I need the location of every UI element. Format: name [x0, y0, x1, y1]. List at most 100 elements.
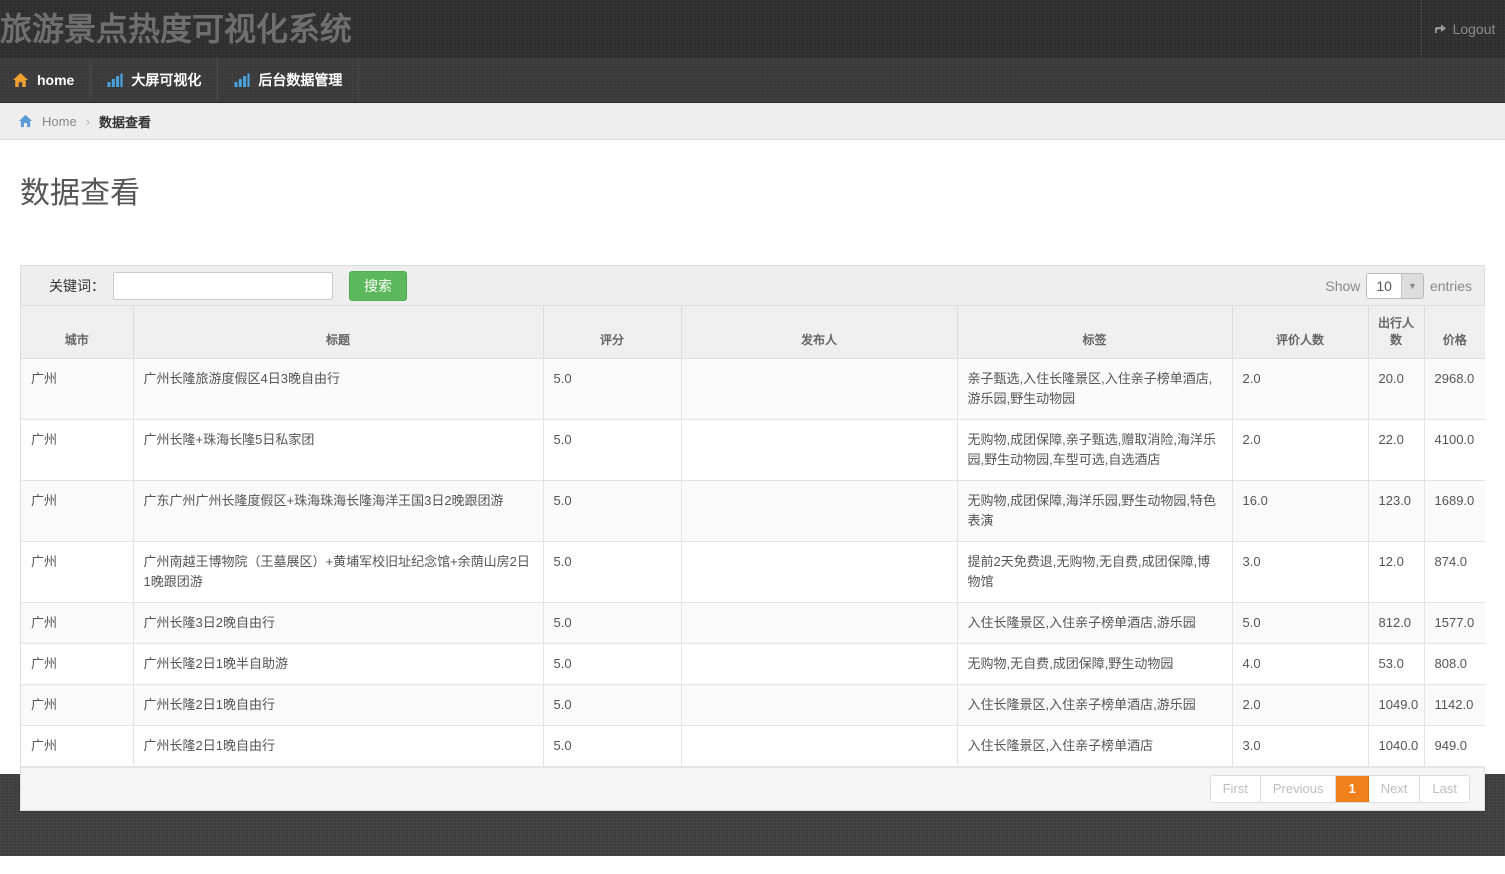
entries-select-value: 10 — [1367, 273, 1401, 298]
cell-tags: 入住长隆景区,入住亲子榜单酒店 — [957, 725, 1233, 767]
cell-publisher — [681, 480, 958, 542]
cell-travelers: 123.0 — [1368, 480, 1425, 542]
column-header-travelers[interactable]: 出行人数 — [1368, 306, 1425, 359]
show-entries-suffix: entries — [1429, 277, 1472, 294]
chevron-right-icon: › — [85, 113, 91, 129]
table-row[interactable]: 广州 广州长隆2日1晚自由行 5.0 入住长隆景区,入住亲子榜单酒店,游乐园 2.0 10… — [21, 684, 1485, 726]
entries-select[interactable]: 10 ▼ — [1366, 272, 1424, 299]
cell-publisher — [681, 358, 958, 420]
cell-travelers: 20.0 — [1368, 358, 1425, 420]
keyword-label: 关键词： — [49, 277, 105, 294]
pagination-last[interactable]: Last — [1420, 776, 1469, 802]
cell-tags: 无购物,成团保障,亲子甄选,赠取消险,海洋乐园,野生动物园,车型可选,自选酒店 — [957, 419, 1233, 481]
table-row[interactable]: 广州 广州长隆3日2晚自由行 5.0 入住长隆景区,入住亲子榜单酒店,游乐园 5.0 81… — [21, 602, 1485, 644]
bar-chart-icon — [234, 73, 250, 88]
cell-publisher — [681, 602, 958, 644]
pagination-page-1[interactable]: 1 — [1336, 776, 1369, 802]
cell-title: 广州长隆2日1晚自由行 — [133, 684, 544, 726]
cell-title: 广州长隆3日2晚自由行 — [133, 602, 544, 644]
column-header-reviews[interactable]: 评价人数 — [1232, 306, 1369, 359]
column-header-tags[interactable]: 标签 — [957, 306, 1233, 359]
cell-reviews: 3.0 — [1232, 725, 1369, 767]
show-entries-prefix: Show — [1325, 277, 1361, 294]
cell-score: 5.0 — [543, 684, 682, 726]
cell-reviews: 16.0 — [1232, 480, 1369, 542]
page-content: 数据查看 关键词： 搜索 Show 10 ▼ entries 城市 标题 评分 … — [0, 140, 1505, 811]
nav-item-home[interactable]: home — [0, 58, 92, 102]
home-icon — [12, 72, 29, 88]
cell-reviews: 3.0 — [1232, 541, 1369, 603]
cell-tags: 入住长隆景区,入住亲子榜单酒店,游乐园 — [957, 602, 1233, 644]
table-toolbar: 关键词： 搜索 Show 10 ▼ entries — [21, 266, 1484, 306]
search-input[interactable] — [113, 271, 333, 300]
cell-travelers: 1049.0 — [1368, 684, 1425, 726]
cell-city: 广州 — [21, 358, 134, 420]
breadcrumb-current: 数据查看 — [99, 114, 152, 130]
cell-travelers: 812.0 — [1368, 602, 1425, 644]
cell-reviews: 2.0 — [1232, 358, 1369, 420]
cell-score: 5.0 — [543, 480, 682, 542]
pagination-next[interactable]: Next — [1368, 776, 1421, 802]
chevron-down-icon[interactable]: ▼ — [1400, 273, 1423, 298]
app-title: 旅游景点热度可视化系统 — [0, 11, 353, 47]
data-table: 城市 标题 评分 发布人 标签 评价人数 出行人数 价格 广州 广州长隆旅游度假区… — [21, 306, 1485, 767]
cell-score: 5.0 — [543, 725, 682, 767]
cell-reviews: 5.0 — [1232, 602, 1369, 644]
logout-label: Logout — [1452, 21, 1496, 37]
logout-button[interactable]: Logout — [1421, 0, 1505, 58]
cell-score: 5.0 — [543, 602, 682, 644]
cell-price: 808.0 — [1424, 643, 1485, 685]
column-header-publisher[interactable]: 发布人 — [681, 306, 958, 359]
cell-price: 4100.0 — [1424, 419, 1485, 481]
cell-title: 广州长隆旅游度假区4日3晚自由行 — [133, 358, 544, 420]
table-row[interactable]: 广州 广州长隆2日1晚自由行 5.0 入住长隆景区,入住亲子榜单酒店 3.0 1040.0… — [21, 725, 1485, 767]
column-header-price[interactable]: 价格 — [1424, 306, 1485, 359]
table-row[interactable]: 广州 广州长隆2日1晚半自助游 5.0 无购物,无自费,成团保障,野生动物园 4.0 53… — [21, 643, 1485, 685]
cell-tags: 入住长隆景区,入住亲子榜单酒店,游乐园 — [957, 684, 1233, 726]
cell-tags: 无购物,无自费,成团保障,野生动物园 — [957, 643, 1233, 685]
table-header-row: 城市 标题 评分 发布人 标签 评价人数 出行人数 价格 — [21, 306, 1485, 359]
breadcrumb-home-link[interactable]: Home — [42, 114, 77, 129]
column-header-city[interactable]: 城市 — [21, 306, 134, 359]
column-header-score[interactable]: 评分 — [543, 306, 682, 359]
cell-title: 广州长隆+珠海长隆5日私家团 — [133, 419, 544, 481]
show-entries-control: Show 10 ▼ entries — [1325, 272, 1472, 299]
cell-city: 广州 — [21, 541, 134, 603]
nav-item-dashboard-label: 大屏可视化 — [131, 72, 202, 88]
nav-item-dashboard[interactable]: 大屏可视化 — [91, 58, 219, 102]
column-header-title[interactable]: 标题 — [133, 306, 544, 359]
table-row[interactable]: 广州 广州南越王博物院（王墓展区）+黄埔军校旧址纪念馆+余荫山房2日1晚跟团游 5.… — [21, 541, 1485, 603]
cell-travelers: 53.0 — [1368, 643, 1425, 685]
cell-title: 广州长隆2日1晚自由行 — [133, 725, 544, 767]
app-titlebar: 旅游景点热度可视化系统 Logout — [0, 0, 1505, 58]
main-navbar: home 大屏可视化 后台数据管理 — [0, 58, 1505, 103]
table-row[interactable]: 广州 广东广州广州长隆度假区+珠海珠海长隆海洋王国3日2晚跟团游 5.0 无购物,成团… — [21, 480, 1485, 542]
pagination-previous[interactable]: Previous — [1260, 776, 1337, 802]
cell-reviews: 2.0 — [1232, 419, 1369, 481]
sign-out-icon — [1432, 22, 1447, 37]
cell-score: 5.0 — [543, 643, 682, 685]
cell-tags: 无购物,成团保障,海洋乐园,野生动物园,特色表演 — [957, 480, 1233, 542]
cell-score: 5.0 — [543, 419, 682, 481]
cell-title: 广州长隆2日1晚半自助游 — [133, 643, 544, 685]
cell-travelers: 1040.0 — [1368, 725, 1425, 767]
table-row[interactable]: 广州 广州长隆旅游度假区4日3晚自由行 5.0 亲子甄选,入住长隆景区,入住亲子榜单酒… — [21, 358, 1485, 420]
pagination-first[interactable]: First — [1210, 776, 1261, 802]
cell-title: 广东广州广州长隆度假区+珠海珠海长隆海洋王国3日2晚跟团游 — [133, 480, 544, 542]
cell-price: 1689.0 — [1424, 480, 1485, 542]
cell-price: 949.0 — [1424, 725, 1485, 767]
cell-publisher — [681, 643, 958, 685]
nav-item-data-admin-label: 后台数据管理 — [258, 72, 343, 88]
breadcrumb: Home › 数据查看 — [0, 103, 1505, 140]
cell-price: 1142.0 — [1424, 684, 1485, 726]
cell-price: 874.0 — [1424, 541, 1485, 603]
cell-price: 2968.0 — [1424, 358, 1485, 420]
home-icon — [18, 114, 33, 128]
cell-travelers: 12.0 — [1368, 541, 1425, 603]
search-button[interactable]: 搜索 — [349, 270, 407, 301]
nav-item-data-admin[interactable]: 后台数据管理 — [218, 58, 360, 102]
pagination: First Previous 1 Next Last — [1209, 775, 1470, 803]
pagination-bar: First Previous 1 Next Last — [21, 767, 1484, 810]
table-row[interactable]: 广州 广州长隆+珠海长隆5日私家团 5.0 无购物,成团保障,亲子甄选,赠取消险,海洋… — [21, 419, 1485, 481]
cell-title: 广州南越王博物院（王墓展区）+黄埔军校旧址纪念馆+余荫山房2日1晚跟团游 — [133, 541, 544, 603]
